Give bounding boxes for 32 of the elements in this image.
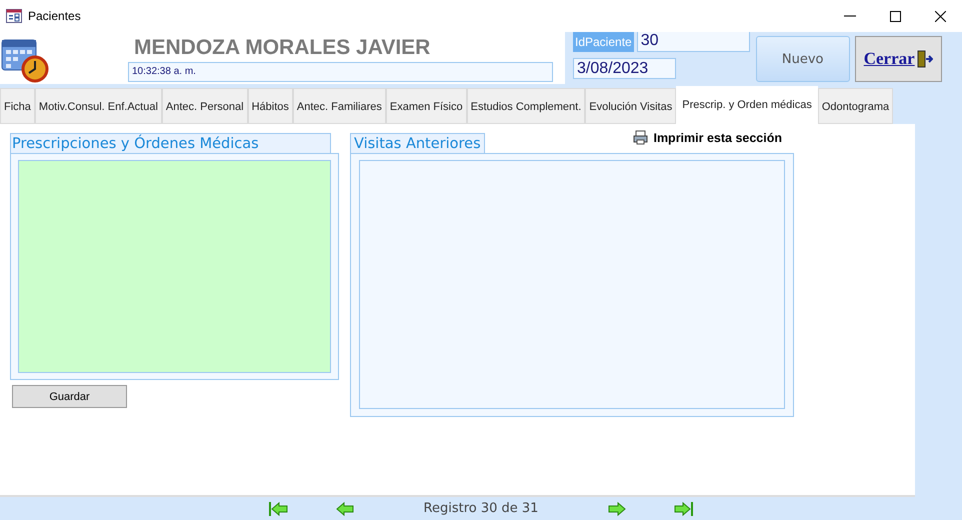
record-counter: Registro 30 de 31 bbox=[424, 501, 538, 516]
last-record-icon[interactable] bbox=[674, 500, 694, 516]
exit-door-icon bbox=[916, 50, 933, 68]
next-record-icon[interactable] bbox=[608, 500, 626, 516]
tab[interactable]: Evolución Visitas bbox=[585, 88, 676, 124]
tab[interactable]: Antec. Familiares bbox=[292, 88, 386, 124]
new-button[interactable]: Nuevo bbox=[756, 36, 850, 82]
id-field[interactable]: 30 bbox=[636, 32, 750, 52]
section-title: Prescripciones y Órdenes Médicas bbox=[10, 133, 331, 153]
tab[interactable]: Ficha bbox=[0, 88, 35, 124]
id-label: IdPaciente bbox=[573, 32, 634, 52]
section-title: Visitas Anteriores bbox=[350, 133, 485, 153]
tab[interactable]: Estudios Complement. bbox=[466, 88, 586, 124]
printer-icon bbox=[633, 130, 648, 145]
previous-record-icon[interactable] bbox=[336, 500, 354, 516]
tab[interactable]: Motiv.Consul. Enf.Actual bbox=[34, 88, 162, 124]
tab[interactable]: Odontograma bbox=[818, 88, 894, 124]
first-record-icon[interactable] bbox=[268, 500, 288, 516]
date-field[interactable]: 3/08/2023 bbox=[573, 58, 676, 79]
tab[interactable]: Antec. Personal bbox=[162, 88, 248, 124]
close-icon[interactable] bbox=[935, 10, 946, 22]
form-icon bbox=[6, 9, 22, 23]
window-title: Pacientes bbox=[28, 9, 81, 23]
patient-name: MENDOZA MORALES JAVIER bbox=[134, 35, 432, 60]
tab[interactable]: Prescrip. y Orden médicas bbox=[676, 86, 818, 124]
close-form-button[interactable]: Cerrar bbox=[854, 36, 942, 82]
maximize-icon[interactable] bbox=[890, 10, 901, 22]
tab[interactable]: Hábitos bbox=[248, 88, 293, 124]
save-button[interactable]: Guardar bbox=[12, 385, 127, 408]
time-field: 10:32:38 a. m. bbox=[128, 62, 553, 82]
print-link[interactable]: Imprimir esta sección bbox=[633, 130, 782, 145]
tab[interactable]: Examen Físico bbox=[386, 88, 467, 124]
